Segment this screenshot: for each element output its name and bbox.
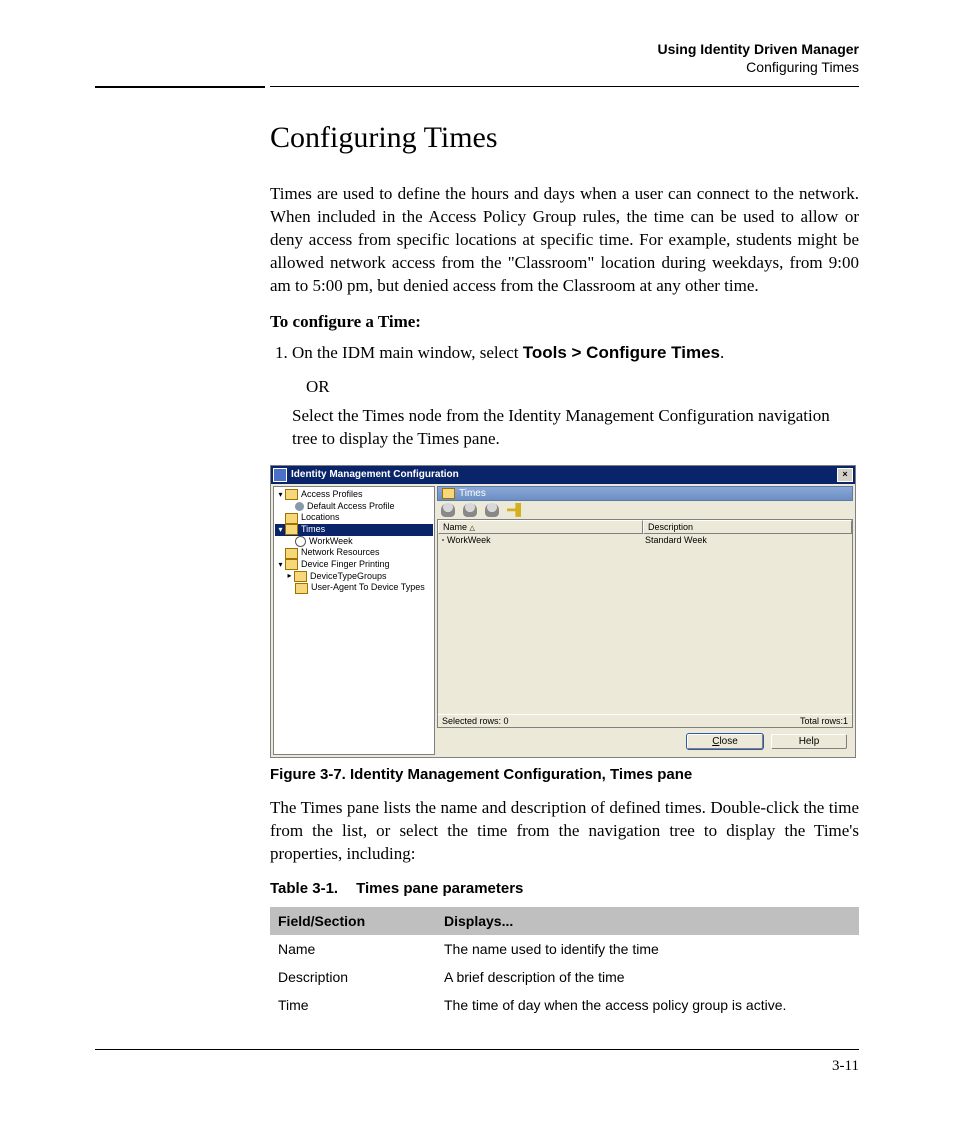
folder-icon xyxy=(285,513,298,524)
folder-icon xyxy=(285,548,298,559)
or-separator: OR xyxy=(306,377,859,397)
window-close-button[interactable]: × xyxy=(837,468,853,482)
table-header-displays: Displays... xyxy=(436,907,859,935)
table-row: Time The time of day when the access pol… xyxy=(270,991,859,1019)
section-title: Configuring Times xyxy=(270,121,859,155)
running-header: Using Identity Driven Manager Configurin… xyxy=(95,40,859,76)
cell-displays: The name used to identify the time xyxy=(436,935,859,963)
gear-icon xyxy=(295,502,304,511)
window-title: Identity Management Configuration xyxy=(291,469,837,480)
step-1-menu-path: Tools > Configure Times xyxy=(523,343,720,362)
intro-paragraph: Times are used to define the hours and d… xyxy=(270,183,859,298)
clock-icon xyxy=(295,536,306,547)
page-number: 3-11 xyxy=(95,1058,859,1075)
column-header-name[interactable]: Name △ xyxy=(438,520,643,534)
tree-node-workweek[interactable]: WorkWeek xyxy=(275,536,433,548)
list-header: Name △ Description xyxy=(438,520,852,534)
folder-icon xyxy=(442,488,455,499)
table-caption-number: Table 3-1. xyxy=(270,880,338,897)
screenshot-window: Identity Management Configuration × ▾Acc… xyxy=(270,465,856,758)
params-table: Field/Section Displays... Name The name … xyxy=(270,907,859,1019)
after-figure-paragraph: The Times pane lists the name and descri… xyxy=(270,797,859,866)
list-status-bar: Selected rows: 0 Total rows:1 xyxy=(438,714,852,727)
window-titlebar: Identity Management Configuration × xyxy=(271,466,855,484)
header-rule-thin xyxy=(270,86,859,87)
times-list: Name △ Description WorkWeek Standard Wee… xyxy=(437,519,853,728)
step-1: On the IDM main window, select Tools > C… xyxy=(292,342,859,365)
key-icon[interactable] xyxy=(507,503,521,517)
list-row[interactable]: WorkWeek Standard Week xyxy=(438,534,852,546)
column-header-description[interactable]: Description xyxy=(643,520,852,534)
cell-field: Name xyxy=(270,935,436,963)
pane-toolbar xyxy=(437,501,853,519)
status-total-rows: Total rows:1 xyxy=(800,716,848,726)
pane-header: Times xyxy=(437,486,853,501)
cell-field: Description xyxy=(270,963,436,991)
dialog-button-bar: Close Help xyxy=(437,728,853,755)
pane-title: Times xyxy=(459,488,486,499)
header-rule-thick xyxy=(95,86,265,88)
row-description: Standard Week xyxy=(641,535,852,545)
running-header-section: Configuring Times xyxy=(95,58,859,76)
tree-node-device-type-groups[interactable]: ▸DeviceTypeGroups xyxy=(275,571,433,583)
cell-displays: A brief description of the time xyxy=(436,963,859,991)
folder-icon xyxy=(295,583,308,594)
footer-rule xyxy=(95,1049,859,1050)
folder-icon xyxy=(285,524,298,535)
step-1-prefix: On the IDM main window, select xyxy=(292,343,523,362)
figure-caption: Figure 3-7. Identity Management Configur… xyxy=(270,766,859,783)
table-caption-title: Times pane parameters xyxy=(356,880,523,897)
step-1-suffix: . xyxy=(720,343,724,362)
window-icon xyxy=(273,468,287,482)
delete-user-icon[interactable] xyxy=(485,503,499,517)
cell-field: Time xyxy=(270,991,436,1019)
table-row: Name The name used to identify the time xyxy=(270,935,859,963)
tree-node-access-profiles[interactable]: ▾Access Profiles xyxy=(275,489,433,501)
tree-node-device-fp[interactable]: ▾Device Finger Printing xyxy=(275,559,433,571)
edit-user-icon[interactable] xyxy=(463,503,477,517)
list-body[interactable]: WorkWeek Standard Week xyxy=(438,534,852,714)
clock-icon xyxy=(442,539,444,541)
step-1-alternative: Select the Times node from the Identity … xyxy=(292,405,859,451)
close-button[interactable]: Close xyxy=(687,734,763,749)
table-caption: Table 3-1. Times pane parameters xyxy=(270,880,859,897)
status-selected-rows: Selected rows: 0 xyxy=(442,716,509,726)
folder-icon xyxy=(285,489,298,500)
new-user-icon[interactable] xyxy=(441,503,455,517)
cell-displays: The time of day when the access policy g… xyxy=(436,991,859,1019)
tree-node-network-resources[interactable]: Network Resources xyxy=(275,547,433,559)
nav-tree[interactable]: ▾Access Profiles Default Access Profile … xyxy=(273,486,435,755)
folder-icon xyxy=(285,559,298,570)
running-header-book: Using Identity Driven Manager xyxy=(95,40,859,58)
table-row: Description A brief description of the t… xyxy=(270,963,859,991)
tree-node-times[interactable]: ▾Times xyxy=(275,524,433,536)
help-button[interactable]: Help xyxy=(771,734,847,749)
tree-node-user-agent[interactable]: User-Agent To Device Types xyxy=(275,582,433,594)
row-name: WorkWeek xyxy=(447,535,491,545)
table-header-field: Field/Section xyxy=(270,907,436,935)
folder-icon xyxy=(294,571,307,582)
procedure-list: On the IDM main window, select Tools > C… xyxy=(270,342,859,365)
tree-node-locations[interactable]: Locations xyxy=(275,512,433,524)
tree-node-default-access[interactable]: Default Access Profile xyxy=(275,501,433,513)
procedure-heading: To configure a Time: xyxy=(270,312,859,332)
